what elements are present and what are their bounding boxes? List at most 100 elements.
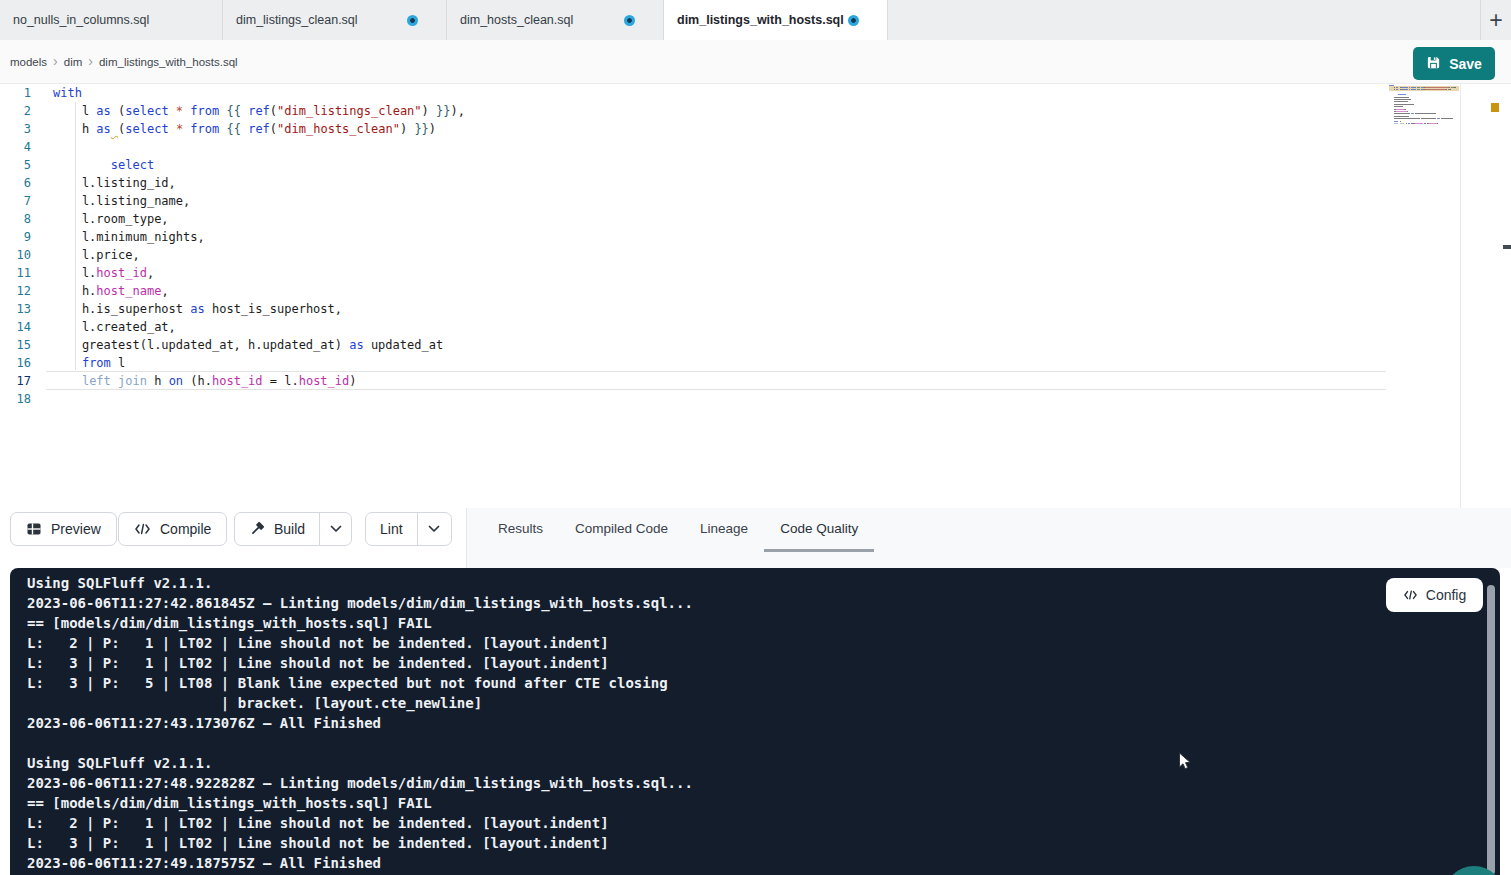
terminal-line: L: 3 | P: 1 | LT02 | Line should not be … [27, 833, 1380, 853]
compile-button-label: Compile [160, 521, 211, 537]
file-tab-label: no_nulls_in_columns.sql [13, 13, 149, 27]
terminal-line: 2023-06-06T11:27:43.173076Z – All Finish… [27, 713, 1380, 733]
bottom-toolbar: ResultsCompiled CodeLineageCode Quality … [0, 508, 1511, 568]
config-button-label: Config [1426, 587, 1466, 603]
breadcrumb-item[interactable]: dim [64, 56, 83, 68]
code-line: 6 l.listing_id, [0, 174, 1511, 192]
chevron-right-icon: › [88, 53, 93, 69]
panel-tab-compiled-code[interactable]: Compiled Code [559, 508, 684, 552]
breadcrumb-item[interactable]: dim_listings_with_hosts.sql [99, 56, 238, 68]
mouse-cursor [1178, 752, 1192, 775]
file-tab-label: dim_hosts_clean.sql [460, 13, 573, 27]
code-editor[interactable]: 1with2 l as (select * from {{ ref("dim_l… [0, 84, 1511, 508]
terminal-line: 2023-06-06T11:27:49.187575Z – All Finish… [27, 853, 1380, 873]
file-tab[interactable]: dim_listings_with_hosts.sql [664, 0, 888, 40]
save-button[interactable]: Save [1413, 47, 1495, 80]
terminal-line: L: 3 | P: 1 | LT02 | Line should not be … [27, 653, 1380, 673]
code-line: 10 l.price, [0, 246, 1511, 264]
minimap-border [1460, 84, 1461, 508]
code-line: 18 [0, 390, 1511, 408]
terminal-line: == [models/dim/dim_listings_with_hosts.s… [27, 613, 1380, 633]
line-number: 1 [0, 84, 31, 102]
code-icon [1403, 589, 1418, 601]
terminal-line: | bracket. [layout.cte_newline] [27, 693, 1380, 713]
terminal-scrollbar[interactable] [1487, 585, 1495, 875]
file-tab[interactable]: dim_hosts_clean.sql [447, 0, 664, 40]
preview-button[interactable]: Preview [10, 512, 117, 546]
line-number: 11 [0, 264, 31, 282]
line-number: 2 [0, 102, 31, 120]
unsaved-changes-indicator [848, 15, 859, 26]
save-button-label: Save [1449, 56, 1482, 72]
breadcrumb-item[interactable]: models [10, 56, 47, 68]
code-line: 8 l.room_type, [0, 210, 1511, 228]
line-number: 13 [0, 300, 31, 318]
line-number: 7 [0, 192, 31, 210]
build-button[interactable]: Build [235, 513, 320, 545]
lint-button-label: Lint [380, 521, 403, 537]
unsaved-changes-indicator [407, 15, 418, 26]
code-line: 17 left join h on (h.host_id = l.host_id… [0, 372, 1511, 390]
overview-ruler-cursor-marker [1503, 245, 1511, 249]
code-line: 14 l.created_at, [0, 318, 1511, 336]
overview-ruler-warning-marker [1491, 103, 1499, 112]
terminal-line [27, 733, 1380, 753]
terminal-line: 2023-06-06T11:27:48.922828Z – Linting mo… [27, 773, 1380, 793]
file-tab[interactable]: dim_listings_clean.sql [223, 0, 447, 40]
terminal-line: L: 2 | P: 1 | LT02 | Line should not be … [27, 813, 1380, 833]
line-number: 8 [0, 210, 31, 228]
code-icon [134, 522, 151, 536]
build-dropdown-button[interactable] [320, 513, 351, 545]
breadcrumb-bar: models › dim › dim_listings_with_hosts.sql S… [0, 40, 1511, 84]
code-line: 12 h.host_name, [0, 282, 1511, 300]
line-number: 10 [0, 246, 31, 264]
code-line: 5 select [0, 156, 1511, 174]
line-number: 9 [0, 228, 31, 246]
terminal-output-panel[interactable]: Using SQLFluff v2.1.1.2023-06-06T11:27:4… [10, 568, 1500, 875]
terminal-log: Using SQLFluff v2.1.1.2023-06-06T11:27:4… [27, 573, 1380, 873]
line-number: 18 [0, 390, 31, 408]
code-line: 1with [0, 84, 1511, 102]
chevron-down-icon [328, 521, 344, 537]
lint-button[interactable]: Lint [366, 513, 418, 545]
build-button-label: Build [274, 521, 305, 537]
breadcrumb: models › dim › dim_listings_with_hosts.sql [10, 40, 238, 83]
config-button[interactable]: Config [1386, 578, 1483, 612]
terminal-line: == [models/dim/dim_listings_with_hosts.s… [27, 793, 1380, 813]
table-icon [26, 521, 42, 537]
build-button-group: Build [234, 512, 352, 546]
chevron-down-icon [426, 521, 442, 537]
code-line: 7 l.listing_name, [0, 192, 1511, 210]
panel-tabs: ResultsCompiled CodeLineageCode Quality [466, 508, 1511, 568]
lint-button-group: Lint [365, 512, 452, 546]
panel-tab-lineage[interactable]: Lineage [684, 508, 764, 552]
minimap[interactable] [1389, 84, 1459, 127]
unsaved-changes-indicator [624, 15, 635, 26]
line-number: 3 [0, 120, 31, 138]
code-line: 3 h as (select * from {{ ref("dim_hosts_… [0, 120, 1511, 138]
code-line: 9 l.minimum_nights, [0, 228, 1511, 246]
line-number: 6 [0, 174, 31, 192]
line-number: 14 [0, 318, 31, 336]
lint-dropdown-button[interactable] [418, 513, 451, 545]
line-number: 17 [0, 372, 31, 390]
code-line: 16 from l [0, 354, 1511, 372]
line-number: 5 [0, 156, 31, 174]
new-tab-button[interactable]: + [1481, 0, 1511, 40]
panel-tab-results[interactable]: Results [482, 508, 559, 552]
file-tab-label: dim_listings_clean.sql [236, 13, 358, 27]
compile-button[interactable]: Compile [118, 512, 227, 546]
code-line: 4 [0, 138, 1511, 156]
terminal-line: L: 3 | P: 5 | LT08 | Blank line expected… [27, 673, 1380, 693]
editor-tab-bar: no_nulls_in_columns.sql dim_listings_clea… [0, 0, 1511, 40]
code-line: 13 h.is_superhost as host_is_superhost, [0, 300, 1511, 318]
file-tab[interactable]: no_nulls_in_columns.sql [0, 0, 223, 40]
code-line: 11 l.host_id, [0, 264, 1511, 282]
chevron-right-icon: › [53, 53, 58, 69]
line-number: 4 [0, 138, 31, 156]
line-number: 12 [0, 282, 31, 300]
save-icon [1426, 55, 1441, 73]
code-line: 15 greatest(l.updated_at, h.updated_at) … [0, 336, 1511, 354]
panel-tab-code-quality[interactable]: Code Quality [764, 508, 874, 552]
code-line: 2 l as (select * from {{ ref("dim_listin… [0, 102, 1511, 120]
